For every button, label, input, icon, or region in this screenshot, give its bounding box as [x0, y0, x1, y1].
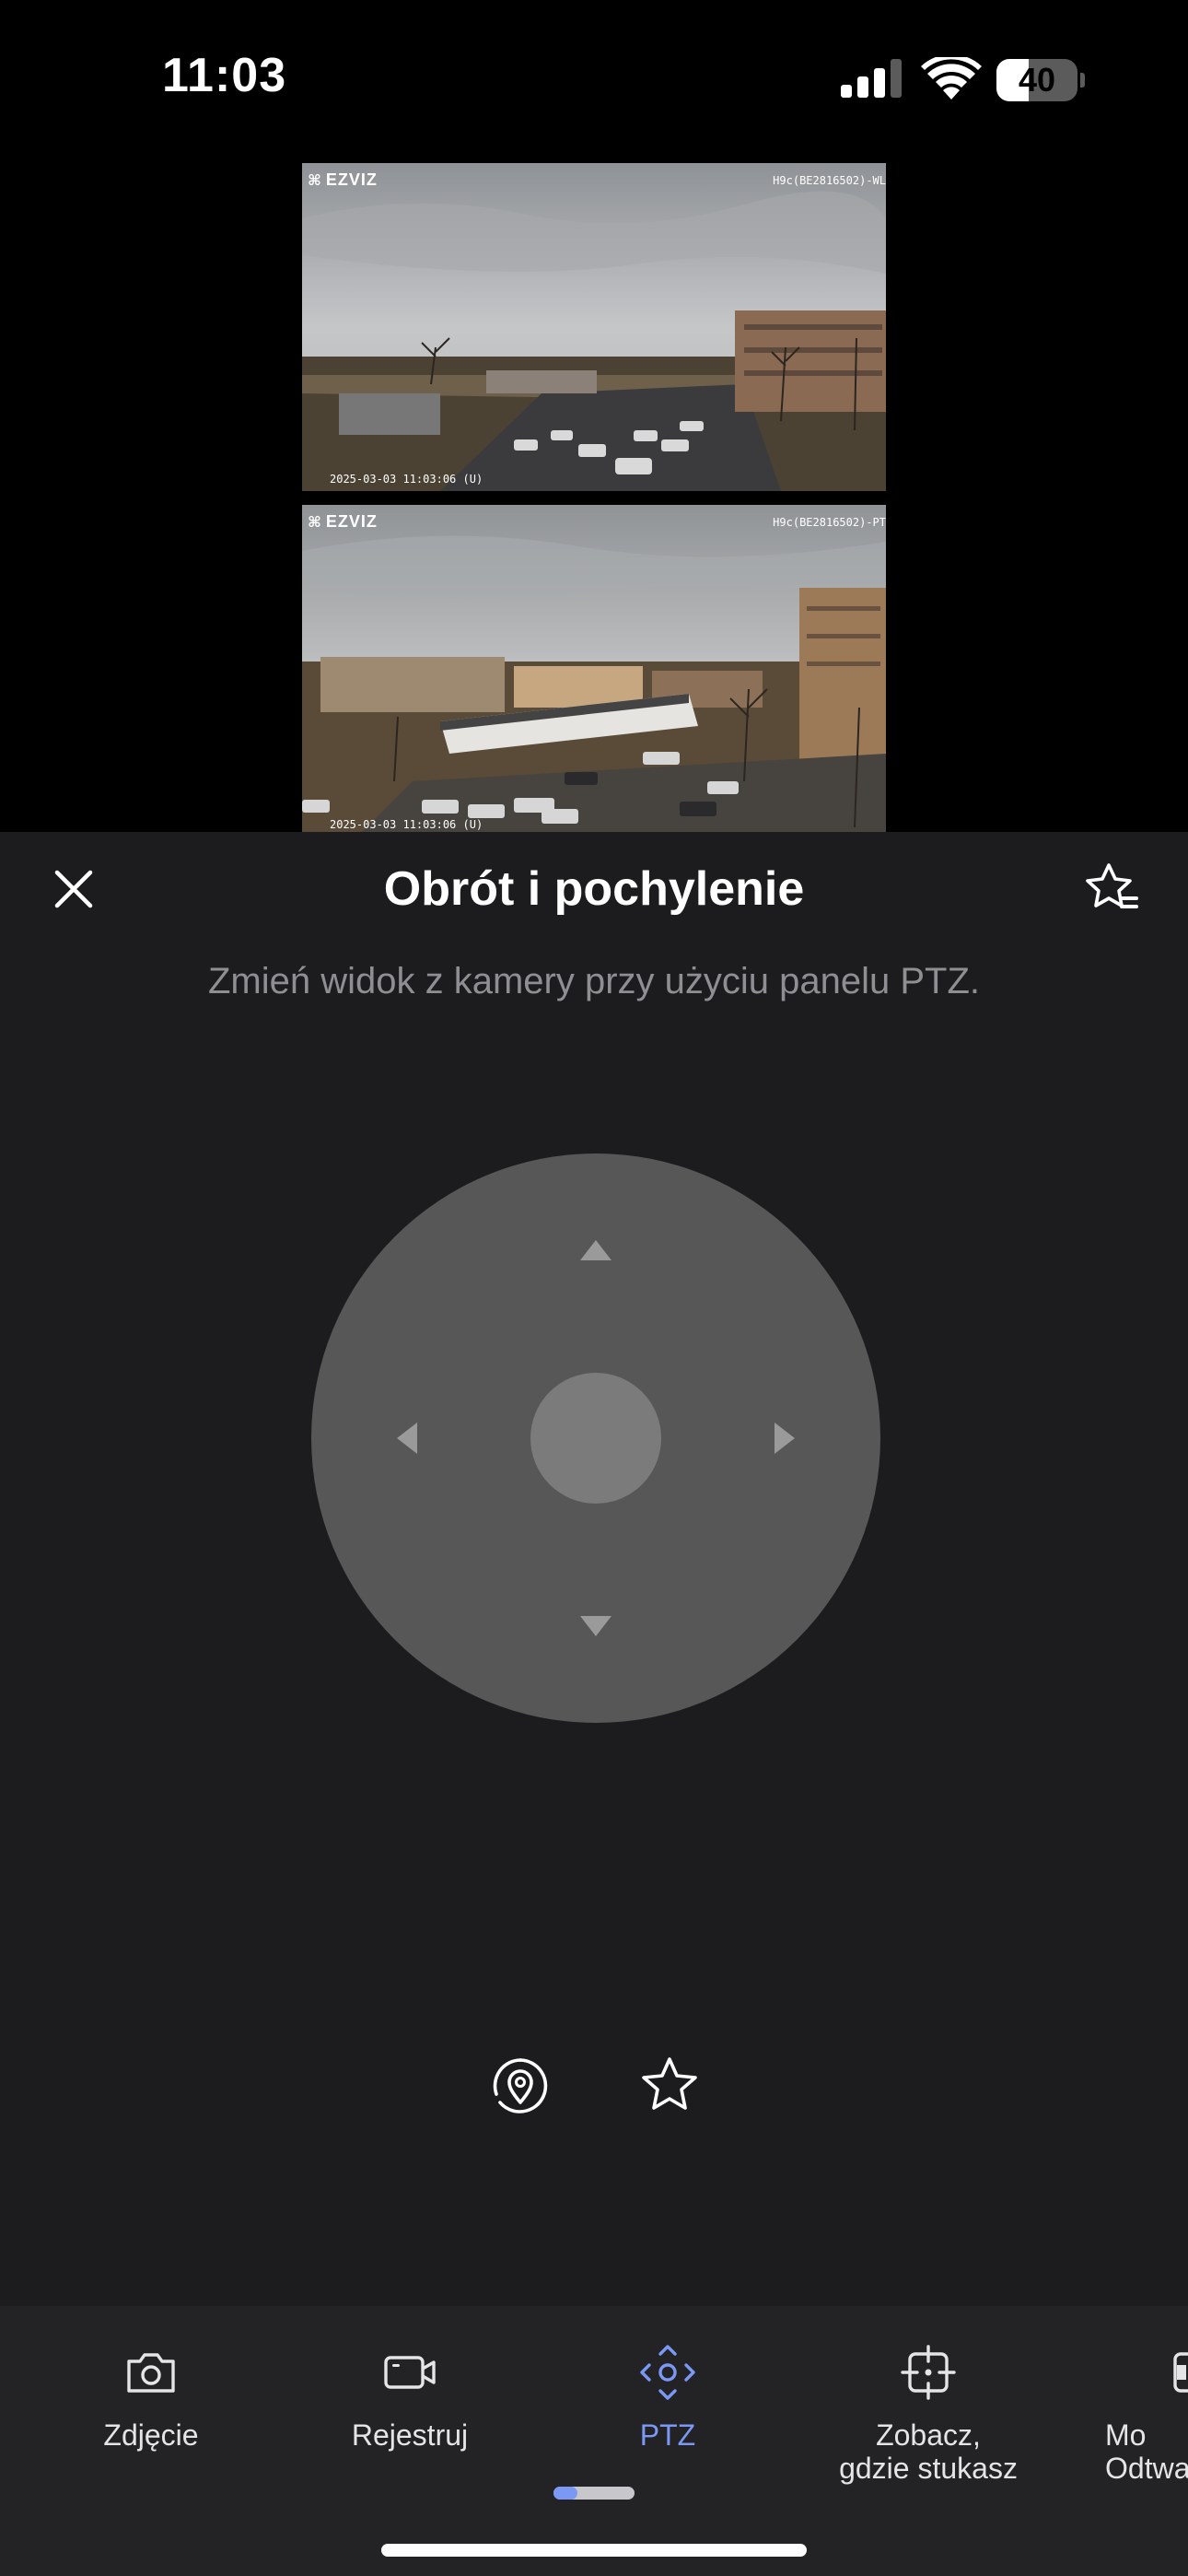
feed-timestamp: 2025-03-03 11:03:06 (U) — [330, 818, 483, 831]
camera-feed-1[interactable]: EZVIZ H9c(BE2816502)-WL 2025-03-03 11:03… — [302, 163, 886, 491]
toolbar-label: Zdjęcie — [103, 2418, 199, 2452]
crosshair-icon — [901, 2345, 956, 2400]
arrow-up-icon — [580, 1240, 611, 1260]
toolbar-ptz-button[interactable]: PTZ — [557, 2343, 778, 2452]
feed-camera-name: H9c(BE2816502)-WL — [773, 174, 886, 187]
toolbar-label: Mo Odtwa — [1077, 2418, 1188, 2485]
joystick-center-knob[interactable] — [530, 1373, 661, 1504]
bottom-toolbar: Zdjęcie Rejestruj PTZ Zobacz, gdzie stuk… — [0, 2306, 1188, 2576]
panel-subtitle: Zmień widok z kamery przy użyciu panelu … — [207, 961, 981, 1001]
star-list-icon — [1086, 863, 1138, 908]
toolbar-label-line: gdzie stukasz — [839, 2452, 1018, 2485]
toolbar-playback-button[interactable]: Mo Odtwa — [1077, 2343, 1188, 2485]
pan-up-button[interactable] — [568, 1223, 623, 1278]
feed-logo: EZVIZ — [308, 512, 378, 532]
camera-feed-image — [302, 163, 886, 491]
ptz-joystick[interactable] — [311, 1153, 880, 1723]
toolbar-label: PTZ — [639, 2418, 696, 2452]
location-preset-icon — [493, 2058, 548, 2113]
preset-star-button[interactable] — [633, 2049, 706, 2123]
status-time: 11:03 — [162, 49, 287, 102]
toolbar-label-line: Mo — [1105, 2418, 1147, 2452]
arrow-right-icon — [775, 1423, 795, 1454]
feed-camera-name: H9c(BE2816502)-PT — [773, 516, 886, 529]
pan-down-button[interactable] — [568, 1598, 623, 1654]
panel-title: Obrót i pochylenie — [383, 862, 805, 916]
camera-feeds: EZVIZ H9c(BE2816502)-WL 2025-03-03 11:03… — [0, 157, 1188, 832]
pan-right-button[interactable] — [757, 1411, 812, 1466]
video-camera-icon — [384, 2356, 436, 2389]
signal-icon — [841, 59, 902, 98]
feed-timestamp: 2025-03-03 11:03:06 (U) — [330, 473, 483, 486]
toolbar-label: Rejestruj — [351, 2418, 469, 2452]
camera-feed-image — [302, 505, 886, 832]
arrow-down-icon — [580, 1616, 611, 1636]
ptz-icon — [640, 2345, 695, 2400]
home-indicator[interactable] — [381, 2544, 807, 2557]
battery-icon: 40 — [996, 59, 1085, 101]
arrow-left-icon — [397, 1423, 417, 1454]
toolbar-tap-to-view-button[interactable]: Zobacz, gdzie stukasz — [818, 2343, 1039, 2485]
toolbar-label: Zobacz, gdzie stukasz — [818, 2418, 1039, 2485]
status-bar: 11:03 40 — [0, 0, 1188, 157]
camera-feed-2[interactable]: EZVIZ H9c(BE2816502)-PT 2025-03-03 11:03… — [302, 505, 886, 832]
toolbar-scroll-indicator — [553, 2487, 635, 2500]
ptz-panel: Obrót i pochylenie Zmień widok z kamery … — [0, 832, 1188, 2306]
feed-logo: EZVIZ — [308, 170, 378, 190]
toolbar-label-line: Zobacz, — [876, 2418, 981, 2452]
toolbar-photo-button[interactable]: Zdjęcie — [41, 2343, 262, 2452]
camera-icon — [127, 2353, 175, 2393]
pan-left-button[interactable] — [379, 1411, 435, 1466]
wifi-icon — [921, 57, 982, 100]
toolbar-label-line: Odtwa — [1105, 2452, 1188, 2485]
battery-level: 40 — [1018, 61, 1056, 99]
favorites-list-button[interactable] — [1079, 856, 1146, 922]
star-icon — [642, 2057, 697, 2110]
preset-location-button[interactable] — [483, 2049, 557, 2123]
toolbar-scroll-thumb — [553, 2487, 577, 2500]
playback-icon — [1173, 2352, 1188, 2393]
toolbar-record-button[interactable]: Rejestruj — [299, 2343, 520, 2452]
